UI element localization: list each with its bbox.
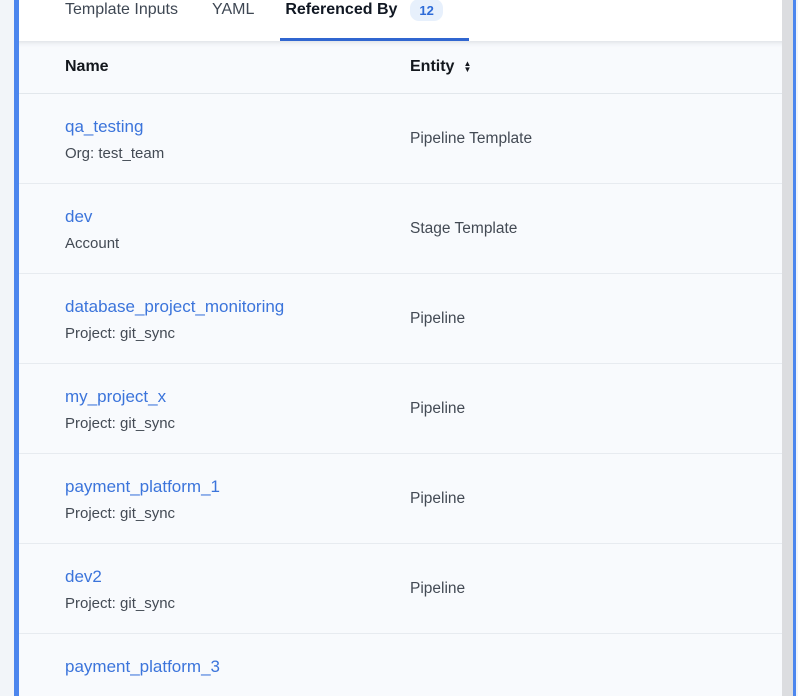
table-header-row: Name Entity ▲ ▼ <box>19 41 782 94</box>
name-cell: dev Account <box>65 184 410 273</box>
table-row[interactable]: payment_platform_1 Project: git_sync Pip… <box>19 454 782 544</box>
name-cell: payment_platform_1 Project: git_sync <box>65 454 410 543</box>
vertical-scrollbar[interactable] <box>782 0 793 696</box>
entity-cell: Pipeline <box>410 580 465 598</box>
name-cell: qa_testing Org: test_team <box>65 94 410 183</box>
column-header-entity-label: Entity <box>410 58 454 76</box>
name-cell: database_project_monitoring Project: git… <box>65 274 410 363</box>
column-header-name: Name <box>65 58 410 76</box>
tab-label: YAML <box>212 0 254 20</box>
name-cell: dev2 Project: git_sync <box>65 544 410 633</box>
reference-link[interactable]: database_project_monitoring <box>65 296 284 317</box>
table-row[interactable]: qa_testing Org: test_team Pipeline Templ… <box>19 94 782 184</box>
reference-scope: Account <box>65 234 410 253</box>
tab-yaml[interactable]: YAML <box>212 0 254 41</box>
table-row[interactable]: my_project_x Project: git_sync Pipeline <box>19 364 782 454</box>
entity-cell: Pipeline <box>410 490 465 508</box>
reference-scope: Project: git_sync <box>65 324 410 343</box>
tab-template-inputs[interactable]: Template Inputs <box>65 0 178 41</box>
table-row[interactable]: dev2 Project: git_sync Pipeline <box>19 544 782 634</box>
sort-icon[interactable]: ▲ ▼ <box>463 61 471 73</box>
name-cell: my_project_x Project: git_sync <box>65 364 410 453</box>
column-header-entity[interactable]: Entity ▲ ▼ <box>410 58 471 76</box>
reference-link[interactable]: my_project_x <box>65 386 166 407</box>
tab-referenced-by[interactable]: Referenced By 12 <box>280 0 469 41</box>
references-panel: Template Inputs YAML Referenced By 12 Na… <box>14 0 796 696</box>
reference-link[interactable]: dev2 <box>65 566 102 587</box>
table-row[interactable]: database_project_monitoring Project: git… <box>19 274 782 364</box>
referenced-by-table: Name Entity ▲ ▼ qa_testing Org: test_tea… <box>19 41 782 696</box>
tab-label: Referenced By <box>285 0 397 20</box>
reference-scope: Project: git_sync <box>65 414 410 433</box>
entity-cell: Stage Template <box>410 220 517 238</box>
reference-scope: Project: git_sync <box>65 504 410 523</box>
reference-scope: Project: git_sync <box>65 594 410 613</box>
referenced-by-count-badge: 12 <box>410 0 442 21</box>
name-cell: payment_platform_3 <box>65 634 410 696</box>
entity-cell: Pipeline <box>410 400 465 418</box>
reference-link[interactable]: dev <box>65 206 92 227</box>
tab-bar: Template Inputs YAML Referenced By 12 <box>19 0 782 41</box>
entity-cell: Pipeline Template <box>410 130 532 148</box>
sort-down-arrow: ▼ <box>463 67 471 73</box>
reference-link[interactable]: payment_platform_3 <box>65 656 220 677</box>
reference-scope: Org: test_team <box>65 144 410 163</box>
reference-link[interactable]: qa_testing <box>65 116 143 137</box>
reference-link[interactable]: payment_platform_1 <box>65 476 220 497</box>
table-row[interactable]: payment_platform_3 <box>19 634 782 696</box>
table-row[interactable]: dev Account Stage Template <box>19 184 782 274</box>
entity-cell: Pipeline <box>410 310 465 328</box>
page: Template Inputs YAML Referenced By 12 Na… <box>0 0 798 696</box>
tab-label: Template Inputs <box>65 0 178 20</box>
